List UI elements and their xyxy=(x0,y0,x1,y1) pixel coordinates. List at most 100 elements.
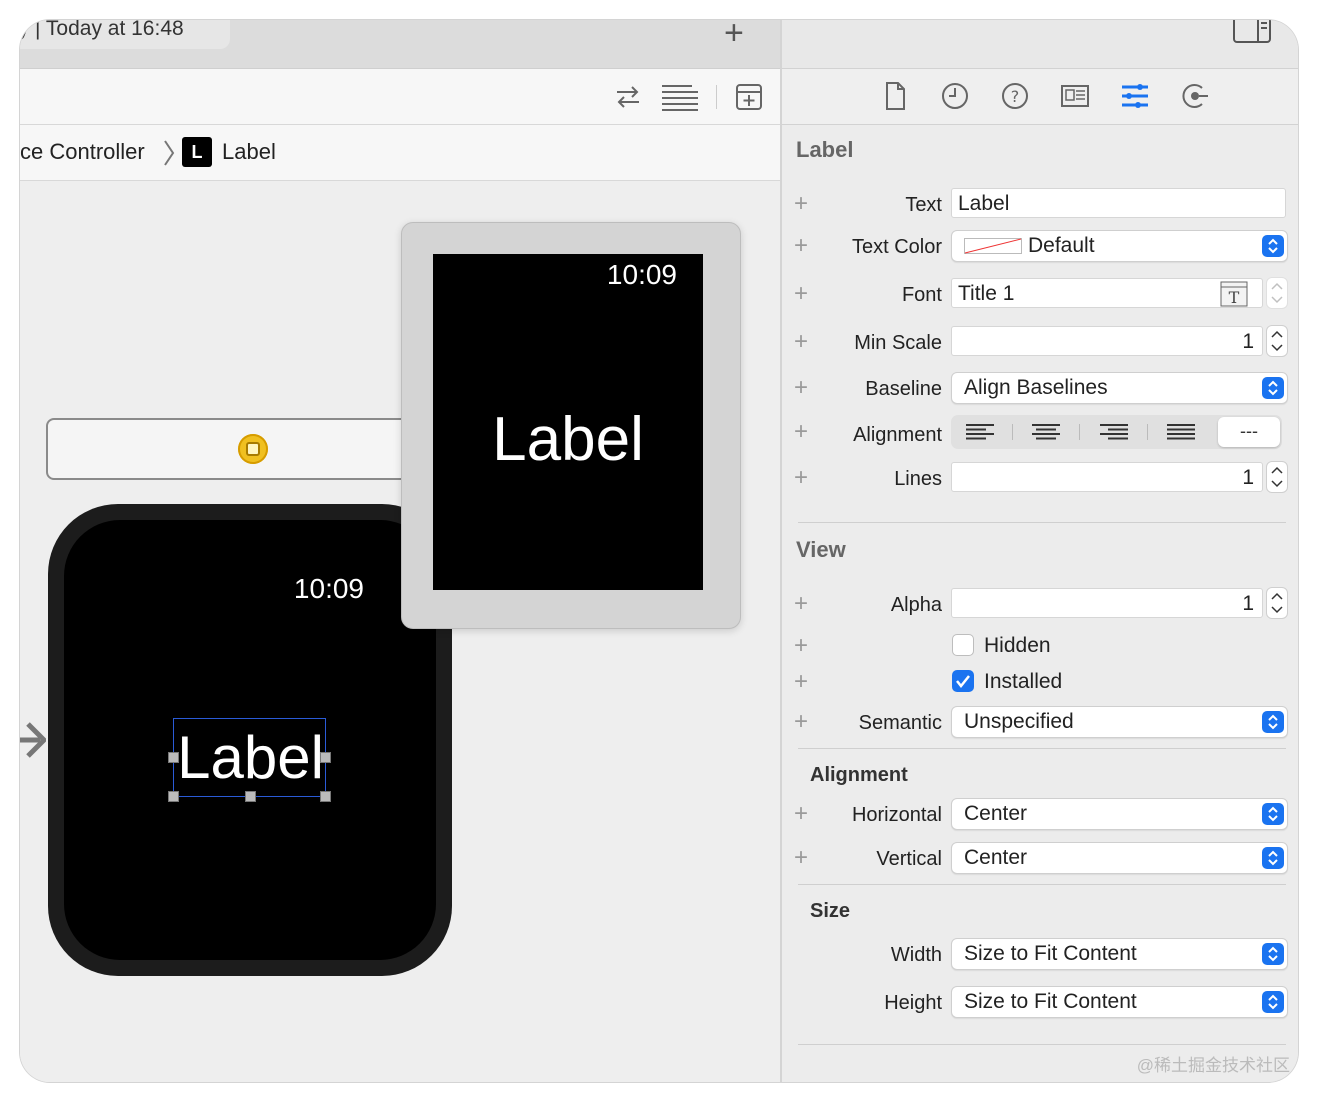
vertical-popup[interactable]: Center xyxy=(951,842,1288,874)
alignment-group-title: Alignment xyxy=(810,764,908,786)
section-view-title: View xyxy=(796,537,846,562)
text-color-popup[interactable]: Default xyxy=(951,230,1288,262)
file-inspector-icon[interactable] xyxy=(880,81,910,111)
tab-bar: ly | Today at 16:48 + xyxy=(20,20,780,69)
watch-screen: 10:09 Label xyxy=(64,520,436,960)
lines-field[interactable]: 1 xyxy=(951,462,1263,492)
watch-label-text: Label xyxy=(177,724,324,791)
swap-icon[interactable] xyxy=(614,85,642,109)
horizontal-row-label: Horizontal xyxy=(851,804,942,826)
align-justify-icon[interactable] xyxy=(1166,424,1196,440)
lines-row-label: Lines xyxy=(894,468,942,490)
lines-stepper[interactable] xyxy=(1266,461,1288,493)
text-color-row-label: Text Color xyxy=(851,236,942,258)
alpha-field[interactable]: 1 xyxy=(951,588,1263,618)
preview-time: 10:09 xyxy=(606,259,677,290)
help-inspector-icon[interactable]: ? xyxy=(1000,81,1030,111)
size-group-title: Size xyxy=(810,900,851,922)
sidebar-toggle-icon[interactable] xyxy=(1232,20,1272,44)
add-tab-icon[interactable]: + xyxy=(724,20,744,50)
resize-handle[interactable] xyxy=(320,752,331,763)
popup-arrows-icon xyxy=(1262,803,1284,825)
width-value: Size to Fit Content xyxy=(964,942,1137,965)
popup-arrows-icon xyxy=(1262,943,1284,965)
align-center-icon[interactable] xyxy=(1031,424,1061,440)
vertical-value: Center xyxy=(964,846,1028,869)
breadcrumb-parent[interactable]: ce Controller xyxy=(20,139,145,165)
height-popup[interactable]: Size to Fit Content xyxy=(951,986,1288,1018)
text-color-value: Default xyxy=(1028,234,1095,257)
watch-time: 10:09 xyxy=(293,573,364,604)
width-popup[interactable]: Size to Fit Content xyxy=(951,938,1288,970)
baseline-popup[interactable]: Align Baselines xyxy=(951,372,1288,404)
text-field[interactable]: Label xyxy=(951,188,1286,218)
lines-icon[interactable] xyxy=(660,83,698,111)
baseline-row-label: Baseline xyxy=(865,378,942,400)
height-row-label: Height xyxy=(884,992,942,1014)
resize-handle[interactable] xyxy=(168,791,179,802)
identity-inspector-icon[interactable] xyxy=(1060,81,1090,111)
alignment-row-label: Alignment xyxy=(853,424,942,446)
align-right-icon[interactable] xyxy=(1099,424,1129,440)
min-scale-row-label: Min Scale xyxy=(854,332,942,354)
svg-text:?: ? xyxy=(1011,87,1020,106)
align-natural-label: --- xyxy=(1240,421,1258,441)
align-natural-button[interactable]: --- xyxy=(1218,417,1280,447)
font-field[interactable]: Title 1 T xyxy=(951,278,1263,308)
semantic-popup[interactable]: Unspecified xyxy=(951,706,1288,738)
editor-area: ly | Today at 16:48 + ce Controller L La… xyxy=(20,20,780,1082)
font-size-stepper[interactable] xyxy=(1266,277,1288,309)
resize-handle[interactable] xyxy=(168,752,179,763)
history-inspector-icon[interactable] xyxy=(940,81,970,111)
resize-handle[interactable] xyxy=(320,791,331,802)
font-picker-icon[interactable]: T xyxy=(1220,281,1248,307)
font-field-value: Title 1 xyxy=(958,282,1015,305)
selected-label[interactable]: Label xyxy=(168,718,331,802)
storyboard-canvas[interactable]: 10:09 Label 10:09 Label xyxy=(20,181,780,1082)
section-divider xyxy=(798,884,1286,885)
font-row-label: Font xyxy=(901,284,942,306)
variation-plus-icon[interactable]: + xyxy=(794,634,808,658)
semantic-row-label: Semantic xyxy=(858,712,942,734)
toolbar-separator xyxy=(716,85,717,109)
entry-point-arrow-icon[interactable] xyxy=(20,718,46,762)
attributes-inspector: ? Label + Text Label + Text Color Defaul… xyxy=(782,20,1298,1082)
alpha-value: 1 xyxy=(1242,592,1254,615)
connections-inspector-icon[interactable] xyxy=(1180,81,1210,111)
preview-screen: 10:09 Label xyxy=(433,254,703,590)
baseline-value: Align Baselines xyxy=(964,376,1108,399)
installed-checkbox[interactable] xyxy=(952,670,974,692)
label-badge-icon: L xyxy=(182,137,212,167)
editor-tab[interactable]: ly | Today at 16:48 xyxy=(20,20,230,49)
section-divider xyxy=(798,1044,1286,1045)
min-scale-stepper[interactable] xyxy=(1266,325,1288,357)
preview-label: Label xyxy=(492,405,644,474)
alignment-segmented-control: --- xyxy=(951,415,1282,449)
resize-handle[interactable] xyxy=(245,791,256,802)
vertical-row-label: Vertical xyxy=(876,848,942,870)
svg-text:T: T xyxy=(1229,288,1240,307)
height-value: Size to Fit Content xyxy=(964,990,1137,1013)
align-left-icon[interactable] xyxy=(965,424,995,440)
width-row-label: Width xyxy=(890,944,942,966)
alpha-stepper[interactable] xyxy=(1266,587,1288,619)
controller-icon[interactable] xyxy=(238,434,268,464)
editor-tab-title: ly | Today at 16:48 xyxy=(20,20,184,40)
xcode-window: ly | Today at 16:48 + ce Controller L La… xyxy=(20,20,1298,1082)
horizontal-popup[interactable]: Center xyxy=(951,798,1288,830)
hidden-checkbox[interactable] xyxy=(952,634,974,656)
popup-arrows-icon xyxy=(1262,847,1284,869)
scene-dock[interactable] xyxy=(46,418,426,480)
chevron-right-icon xyxy=(164,140,175,166)
preview-popover: 10:09 Label xyxy=(401,222,741,629)
add-editor-icon[interactable] xyxy=(735,83,763,111)
popup-arrows-icon xyxy=(1262,711,1284,733)
lines-value: 1 xyxy=(1242,466,1254,489)
hidden-checkbox-label: Hidden xyxy=(984,634,1051,657)
color-swatch-icon xyxy=(964,238,1022,254)
variation-plus-icon[interactable]: + xyxy=(794,670,808,694)
attributes-inspector-icon[interactable] xyxy=(1120,81,1150,111)
text-field-value: Label xyxy=(958,192,1010,215)
breadcrumb-current[interactable]: Label xyxy=(222,139,276,165)
min-scale-field[interactable]: 1 xyxy=(951,326,1263,356)
